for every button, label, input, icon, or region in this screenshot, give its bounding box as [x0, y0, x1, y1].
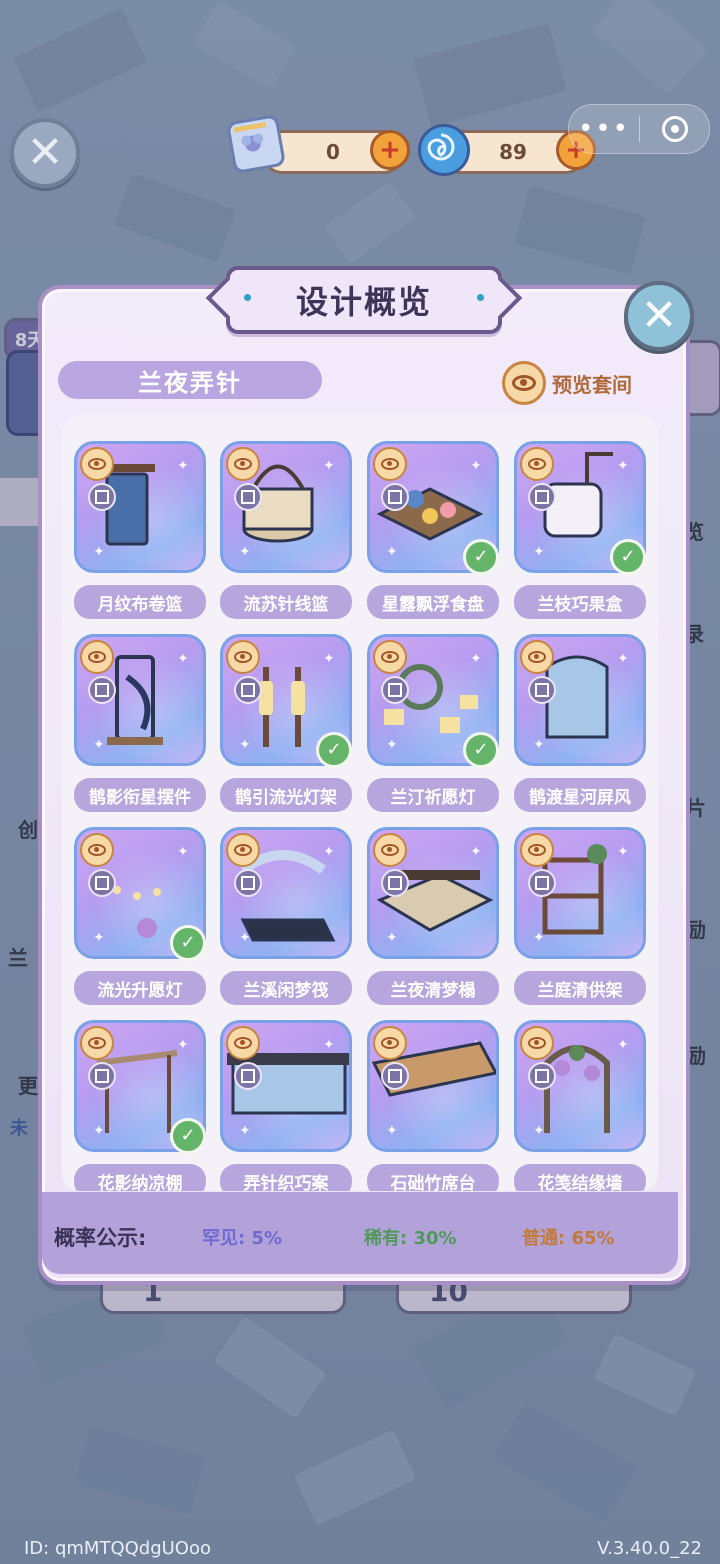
cube-icon — [234, 1062, 262, 1090]
item-name: 鹊影衔星摆件 — [74, 778, 206, 812]
cube-icon — [88, 1062, 116, 1090]
check-icon: ✓ — [463, 539, 499, 575]
item-card[interactable]: ✦ ✦ 鹊渡星河屏风 — [514, 634, 646, 812]
item-card[interactable]: ✦ ✦ 流苏针线篮 — [220, 441, 352, 619]
swirl-gem-icon — [418, 124, 470, 176]
item-name: 兰枝巧果盒 — [514, 585, 646, 619]
item-card[interactable]: ✦ ✦ 兰溪闲梦筏 — [220, 827, 352, 1005]
item-name: 花笺结缘墙 — [514, 1164, 646, 1191]
user-id: ID: qmMTQQdgUOoo — [24, 1538, 211, 1559]
item-name: 兰汀祈愿灯 — [367, 778, 499, 812]
item-name: 兰庭清供架 — [514, 971, 646, 1005]
item-grid: ✦ ✦ 月纹布卷篮 ✦ ✦ 流苏针线篮 ✦ ✦ ✓ 星露飘浮食盘 ✦ ✦ ✓ 兰枝巧果盒 ✦ ✦ 鹊影衔星摆件 ✦… — [62, 415, 658, 1191]
item-card[interactable]: ✦ ✦ 鹊影衔星摆件 — [74, 634, 206, 812]
more-icon[interactable]: ••• — [569, 105, 639, 153]
item-name: 鹊引流光灯架 — [220, 778, 352, 812]
eye-icon — [502, 361, 546, 405]
eye-icon[interactable] — [520, 1026, 554, 1060]
eye-icon[interactable] — [520, 447, 554, 481]
close-icon: ✕ — [640, 290, 678, 341]
check-icon: ✓ — [170, 1118, 206, 1154]
cube-icon — [381, 1062, 409, 1090]
cube-icon — [234, 483, 262, 511]
eye-icon[interactable] — [226, 833, 260, 867]
check-icon: ✓ — [463, 732, 499, 768]
item-name: 流苏针线篮 — [220, 585, 352, 619]
cube-icon — [381, 676, 409, 704]
close-icon: ✕ — [26, 127, 64, 178]
item-name: 流光升愿灯 — [74, 971, 206, 1005]
probability-bar: 概率公示: 罕见: 5% 稀有: 30% 普通: 65% — [42, 1192, 678, 1274]
cube-icon — [234, 676, 262, 704]
ticket-icon — [225, 113, 287, 175]
item-name: 弄针织巧案 — [220, 1164, 352, 1191]
eye-icon[interactable] — [80, 640, 114, 674]
eye-icon[interactable] — [226, 1026, 260, 1060]
item-name: 兰溪闲梦筏 — [220, 971, 352, 1005]
item-card[interactable]: ✦ ✦ ✓ 星露飘浮食盘 — [367, 441, 499, 619]
add-tickets-button[interactable]: + — [370, 130, 410, 170]
item-name: 鹊渡星河屏风 — [514, 778, 646, 812]
item-card[interactable]: ✦ ✦ 兰夜清梦榻 — [367, 827, 499, 1005]
item-card[interactable]: ✦ ✦ 兰庭清供架 — [514, 827, 646, 1005]
gem-count: 89 — [499, 140, 527, 164]
preview-label: 预览套间 — [552, 372, 632, 397]
check-icon: ✓ — [610, 539, 646, 575]
item-name: 兰夜清梦榻 — [367, 971, 499, 1005]
probability-label: 概率公示: — [54, 1226, 147, 1250]
cube-icon — [88, 676, 116, 704]
common-probability: 普通: 65% — [522, 1228, 615, 1249]
mini-program-capsule: ••• — [568, 104, 710, 154]
cube-icon — [528, 1062, 556, 1090]
eye-icon[interactable] — [373, 640, 407, 674]
back-close-button[interactable]: ✕ — [10, 118, 80, 188]
cube-icon — [528, 483, 556, 511]
eye-icon[interactable] — [80, 1026, 114, 1060]
eye-icon[interactable] — [520, 833, 554, 867]
eye-icon[interactable] — [373, 1026, 407, 1060]
exit-target-icon[interactable] — [640, 116, 709, 142]
set-name-tab: 兰夜弄针 — [58, 361, 322, 399]
item-name: 星露飘浮食盘 — [367, 585, 499, 619]
cube-icon — [381, 483, 409, 511]
check-icon: ✓ — [170, 925, 206, 961]
panel-close-button[interactable]: ✕ — [624, 281, 694, 351]
item-card[interactable]: ✦ ✦ 弄针织巧案 — [220, 1020, 352, 1191]
eye-icon[interactable] — [226, 447, 260, 481]
item-card[interactable]: ✦ ✦ ✓ 兰枝巧果盒 — [514, 441, 646, 619]
cube-icon — [234, 869, 262, 897]
cube-icon — [528, 869, 556, 897]
item-card[interactable]: ✦ ✦ ✓ 流光升愿灯 — [74, 827, 206, 1005]
eye-icon[interactable] — [520, 640, 554, 674]
preview-suite-button[interactable]: 预览套间 — [502, 361, 632, 405]
cube-icon — [88, 869, 116, 897]
item-name: 石础竹席台 — [367, 1164, 499, 1191]
item-name: 花影纳凉棚 — [74, 1164, 206, 1191]
check-icon: ✓ — [316, 732, 352, 768]
item-name: 月纹布卷篮 — [74, 585, 206, 619]
eye-icon[interactable] — [226, 640, 260, 674]
cube-icon — [528, 676, 556, 704]
item-card[interactable]: ✦ ✦ 月纹布卷篮 — [74, 441, 206, 619]
rare-probability: 罕见: 5% — [202, 1228, 283, 1249]
panel-title-plate: 设计概览 — [226, 266, 502, 334]
version-label: V.3.40.0_22 — [597, 1538, 702, 1559]
uncommon-probability: 稀有: 30% — [364, 1228, 457, 1249]
eye-icon[interactable] — [80, 833, 114, 867]
ticket-count: 0 — [326, 140, 340, 164]
eye-icon[interactable] — [80, 447, 114, 481]
eye-icon[interactable] — [373, 447, 407, 481]
item-card[interactable]: ✦ ✦ 花笺结缘墙 — [514, 1020, 646, 1191]
item-card[interactable]: ✦ ✦ ✓ 花影纳凉棚 — [74, 1020, 206, 1191]
item-card[interactable]: ✦ ✦ ✓ 兰汀祈愿灯 — [367, 634, 499, 812]
cube-icon — [88, 483, 116, 511]
cube-icon — [381, 869, 409, 897]
item-card[interactable]: ✦ ✦ ✓ 鹊引流光灯架 — [220, 634, 352, 812]
item-card[interactable]: ✦✦石础竹席台 — [367, 1020, 499, 1191]
eye-icon[interactable] — [373, 833, 407, 867]
panel-title: 设计概览 — [295, 283, 432, 321]
